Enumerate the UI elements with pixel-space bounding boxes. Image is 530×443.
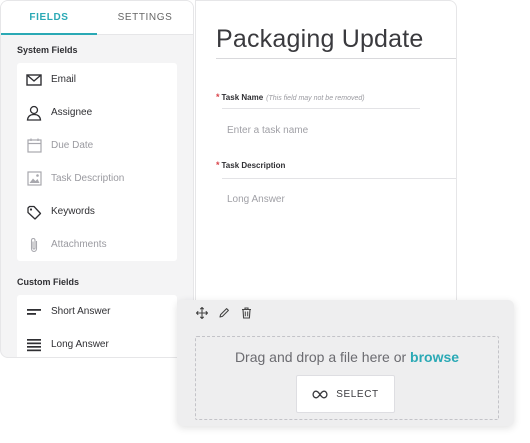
field-item-task-description: Task Description	[17, 162, 177, 195]
task-description-input[interactable]: Long Answer	[227, 194, 285, 205]
tab-fields[interactable]: FIELDS	[1, 1, 97, 35]
form-canvas: Packaging Update * Task Name (This field m…	[195, 0, 457, 303]
file-dropzone[interactable]: Drag and drop a file here or browse SELE…	[195, 336, 499, 420]
infinity-icon	[312, 390, 328, 399]
required-marker: *	[216, 92, 220, 102]
task-name-hint: (This field may not be removed)	[266, 95, 365, 102]
field-item-label: Short Answer	[51, 306, 111, 317]
browse-link[interactable]: browse	[410, 349, 459, 365]
field-item-long-answer[interactable]: Long Answer	[17, 328, 177, 357]
field-item-label: Due Date	[51, 140, 94, 151]
envelope-icon	[25, 71, 43, 89]
tag-icon	[25, 203, 43, 221]
field-item-attachments: Attachments	[17, 228, 177, 261]
required-marker: *	[216, 160, 220, 170]
pencil-icon[interactable]	[218, 307, 230, 319]
field-item-short-answer[interactable]: Short Answer	[17, 295, 177, 328]
file-upload-field: Drag and drop a file here or browse SELE…	[177, 300, 514, 426]
custom-fields-list: Short Answer Long Answer	[17, 295, 177, 357]
field-item-label: Assignee	[51, 107, 93, 118]
custom-fields-heading: Custom Fields	[17, 277, 80, 287]
field-toolbar	[196, 306, 252, 320]
field-item-email[interactable]: Email	[17, 63, 177, 96]
sidebar-tabs: FIELDS SETTINGS	[1, 1, 193, 35]
field-item-label: Email	[51, 74, 77, 85]
select-button-label: SELECT	[336, 388, 379, 400]
system-fields-list: Email Assignee Due Date Task Description	[17, 63, 177, 261]
task-name-input[interactable]: Enter a task name	[227, 125, 308, 136]
long-answer-icon	[25, 336, 43, 354]
fields-sidebar: FIELDS SETTINGS System Fields Email Assi…	[0, 0, 194, 358]
task-name-divider	[222, 108, 420, 109]
field-item-assignee[interactable]: Assignee	[17, 96, 177, 129]
paperclip-icon	[25, 236, 43, 254]
field-item-label: Attachments	[51, 239, 107, 250]
task-name-label-text: Task Name	[221, 93, 264, 102]
dropzone-text: Drag and drop a file here or browse	[196, 349, 498, 365]
task-description-divider	[222, 178, 456, 179]
system-fields-heading: System Fields	[17, 45, 78, 55]
field-item-label: Task Description	[51, 173, 125, 184]
title-divider	[216, 58, 456, 59]
field-item-keywords[interactable]: Keywords	[17, 195, 177, 228]
calendar-icon	[25, 137, 43, 155]
drop-instructions: Drag and drop a file here or	[234, 349, 407, 365]
user-icon	[25, 104, 43, 122]
task-description-label: * Task Description	[216, 160, 286, 170]
task-description-label-text: Task Description	[221, 161, 286, 170]
field-item-due-date: Due Date	[17, 129, 177, 162]
image-icon	[25, 170, 43, 188]
form-builder: FIELDS SETTINGS System Fields Email Assi…	[0, 0, 530, 443]
trash-icon[interactable]	[240, 307, 252, 319]
field-item-label: Keywords	[51, 206, 95, 217]
form-title[interactable]: Packaging Update	[216, 25, 424, 54]
field-item-label: Long Answer	[51, 339, 109, 350]
task-name-label: * Task Name (This field may not be removed…	[216, 92, 365, 102]
short-answer-icon	[25, 303, 43, 321]
move-icon[interactable]	[196, 307, 208, 319]
select-file-button[interactable]: SELECT	[296, 375, 395, 413]
tab-settings[interactable]: SETTINGS	[97, 1, 193, 34]
